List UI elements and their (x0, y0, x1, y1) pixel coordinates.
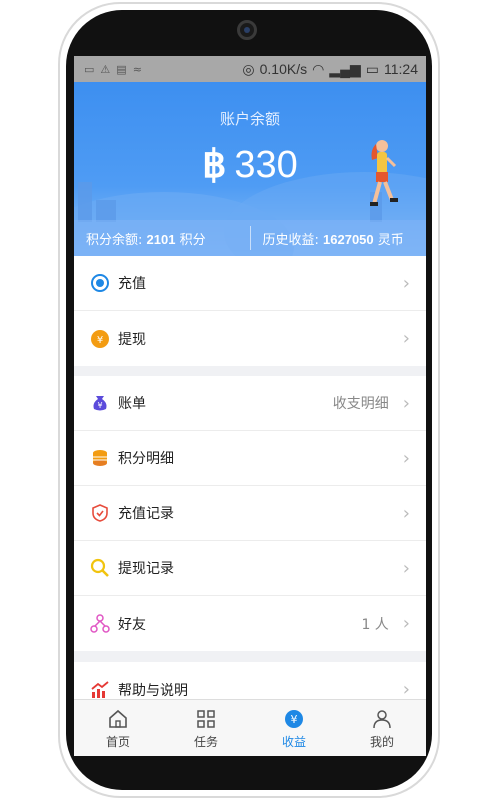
menu-item-label: 账单 (118, 396, 146, 412)
recharge-record-icon (90, 503, 110, 523)
chevron-right-icon: › (402, 447, 410, 469)
status-bar: ▭ ⚠ ▤ ≈ ◎ 0.10K/s ◠ ▂▄▆ ▭ 11:24 (74, 56, 426, 82)
withdraw-icon: ¥ (90, 329, 110, 349)
balance-header: 账户余额 ฿ 330 积分余额: 2101 积分 历史收益: 1627050 灵币 (74, 82, 426, 256)
menu-item-points-detail[interactable]: 积分明细 › (74, 431, 426, 486)
status-time: 11:24 (384, 61, 418, 77)
balance-title: 账户余额 (219, 110, 280, 128)
history-value: 1627050 (323, 231, 374, 247)
sim-icon: ▭ (84, 62, 95, 76)
menu-item-bill[interactable]: ¥ 账单 收支明细 › (74, 376, 426, 431)
help-icon (90, 680, 110, 700)
chevron-right-icon: › (402, 557, 410, 579)
menu-item-label: 好友 (118, 616, 146, 633)
status-icons-left: ▭ ⚠ ▤ ≈ (84, 63, 142, 76)
menu-item-label: 帮助与说明 (118, 682, 188, 699)
menu-item-label: 提现记录 (118, 561, 174, 577)
bill-icon: ¥ (90, 393, 110, 413)
balance-stats: 积分余额: 2101 积分 历史收益: 1627050 灵币 (74, 220, 426, 256)
tab-label: 收益 (281, 734, 306, 749)
friends-icon (90, 613, 110, 634)
points-balance: 积分余额: 2101 积分 (74, 229, 250, 248)
signal-icon: ▂▄▆ (329, 60, 361, 77)
menu-item-label: 提现 (118, 331, 146, 348)
chevron-right-icon: › (402, 502, 410, 524)
menu-item-withdraw[interactable]: ¥ 提现 › (74, 311, 426, 366)
data-saver-icon: ◎ (242, 60, 255, 77)
tab-label: 任务 (193, 734, 218, 749)
history-label: 历史收益: (262, 232, 319, 248)
svg-text:¥: ¥ (97, 401, 102, 410)
menu-item-friends[interactable]: 好友 1 人 › (74, 596, 426, 651)
menu-item-extra: 1 人 (361, 616, 389, 633)
points-label: 积分余额: (86, 232, 143, 248)
chevron-right-icon: › (402, 392, 410, 414)
menu-group-records: ¥ 账单 收支明细 › 积分明细 › 充值记录 › 提现记录 › 好友 1 人 … (74, 376, 426, 651)
points-value: 2101 (146, 231, 176, 247)
points-detail-icon (90, 448, 110, 468)
menu-item-label: 积分明细 (118, 451, 174, 467)
menu-item-recharge-record[interactable]: 充值记录 › (74, 486, 426, 541)
tasks-icon (195, 707, 217, 731)
chevron-right-icon: › (402, 272, 410, 294)
withdraw-record-icon (90, 558, 110, 578)
menu-item-label: 充值 (118, 276, 146, 292)
history-earnings: 历史收益: 1627050 灵币 (251, 229, 427, 248)
status-icons-right: ◎ 0.10K/s ◠ ▂▄▆ ▭ 11:24 (242, 61, 418, 78)
nfc-icon: ▤ (116, 62, 127, 76)
history-unit: 灵币 (377, 232, 404, 248)
earnings-icon: ¥ (283, 707, 305, 731)
wifi-call-icon: ≈ (132, 62, 142, 76)
camera-icon (237, 20, 257, 40)
balance-amount: 330 (234, 144, 298, 186)
network-speed: 0.10K/s (259, 61, 308, 77)
profile-icon (371, 707, 393, 731)
battery-icon: ▭ (365, 60, 379, 77)
recharge-icon (90, 273, 110, 293)
home-icon (107, 707, 129, 731)
decor-building (96, 200, 116, 222)
tab-earnings[interactable]: ¥ 收益 (250, 700, 338, 756)
points-unit: 积分 (179, 232, 206, 248)
svg-text:¥: ¥ (291, 713, 298, 726)
tab-home[interactable]: 首页 (74, 700, 162, 756)
svg-text:¥: ¥ (97, 335, 103, 346)
tab-label: 首页 (105, 734, 130, 749)
warning-icon: ⚠ (100, 62, 111, 76)
tab-profile[interactable]: 我的 (338, 700, 426, 756)
bottom-tab-bar: 首页 任务 ¥ 收益 我的 (74, 699, 426, 756)
wifi-icon: ◠ (312, 60, 325, 77)
chevron-right-icon: › (402, 679, 410, 700)
menu-item-withdraw-record[interactable]: 提现记录 › (74, 541, 426, 596)
app-screen: ▭ ⚠ ▤ ≈ ◎ 0.10K/s ◠ ▂▄▆ ▭ 11:24 账户余额 ฿ 3… (74, 56, 426, 756)
chevron-right-icon: › (402, 328, 410, 349)
tab-tasks[interactable]: 任务 (162, 700, 250, 756)
bitcoin-icon: ฿ (202, 144, 227, 186)
balance-amount-row: ฿ 330 (74, 142, 426, 187)
menu-group-wallet: 充值 › ¥ 提现 › (74, 256, 426, 366)
chevron-right-icon: › (402, 613, 410, 634)
menu-item-extra: 收支明细 (332, 396, 389, 412)
decor-building (78, 182, 92, 222)
menu-item-recharge[interactable]: 充值 › (74, 256, 426, 311)
menu-item-label: 充值记录 (118, 506, 174, 522)
tab-label: 我的 (369, 734, 394, 749)
